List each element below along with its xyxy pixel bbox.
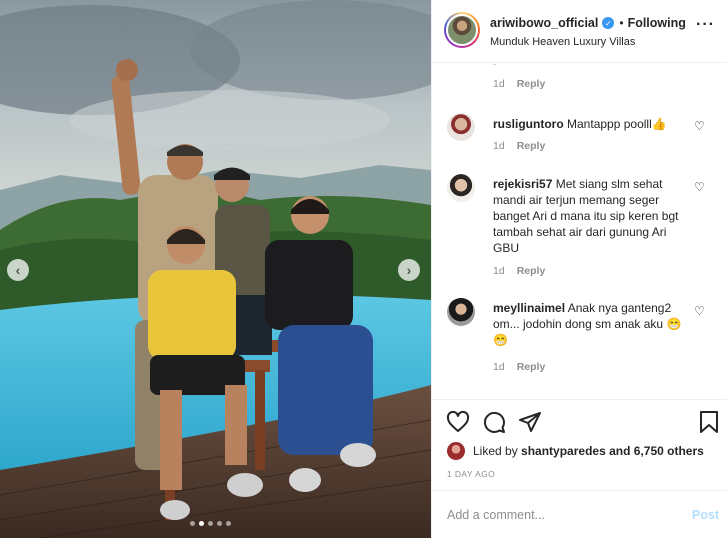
comment-input[interactable]	[447, 505, 677, 525]
reply-button[interactable]: Reply	[517, 78, 546, 90]
post-comment-button[interactable]: Post	[692, 508, 719, 522]
username-link[interactable]: ariwibowo_official	[490, 16, 598, 30]
photo-scene	[0, 0, 431, 538]
comment-body: rejekisri57 Met siang slm sehat mandi ai…	[493, 176, 693, 256]
username-row: ariwibowo_official ✓ • Following	[490, 16, 686, 30]
reply-button[interactable]: Reply	[517, 361, 546, 373]
likes-others-link[interactable]: and 6,750 others	[609, 444, 704, 458]
comment-time: 1d	[493, 140, 505, 152]
liked-by-prefix: Liked by	[473, 444, 518, 458]
comment-time: 1d	[493, 265, 505, 277]
comment-meta: 1d Reply	[493, 361, 545, 373]
share-icon[interactable]	[518, 410, 542, 434]
post-header: ariwibowo_official ✓ • Following Munduk …	[432, 0, 727, 63]
reply-button[interactable]: Reply	[517, 265, 546, 277]
post-photo[interactable]: ‹ ›	[0, 0, 431, 538]
carousel-prev-button[interactable]: ‹	[7, 259, 29, 281]
reply-button[interactable]: Reply	[517, 140, 546, 152]
post-side-panel: ariwibowo_official ✓ • Following Munduk …	[431, 0, 727, 538]
comment-meta: 1d Reply	[493, 265, 545, 277]
more-options-button[interactable]: ···	[696, 17, 715, 33]
carousel-dot-active	[199, 521, 204, 526]
comment-icon[interactable]	[482, 410, 506, 434]
carousel-dot	[226, 521, 231, 526]
likes-summary: Liked by shantyparedes and 6,750 others	[447, 442, 704, 460]
carousel-dot	[190, 521, 195, 526]
bookmark-icon[interactable]	[697, 410, 721, 434]
commenter-avatar[interactable]	[447, 174, 475, 202]
carousel-next-button[interactable]: ›	[398, 259, 420, 281]
post-actions: Liked by shantyparedes and 6,750 others …	[432, 399, 727, 538]
carousel-dot	[208, 521, 213, 526]
post-timestamp[interactable]: 1 DAY AGO	[447, 469, 495, 479]
liker-avatar[interactable]	[447, 442, 465, 460]
add-comment-bar: Post	[432, 490, 727, 538]
heart-outline-icon[interactable]: ♡	[694, 304, 705, 318]
comment-meta: 1d Reply	[493, 140, 545, 152]
heart-outline-icon[interactable]: ♡	[694, 180, 705, 194]
separator-dot: •	[619, 16, 624, 30]
location-link[interactable]: Munduk Heaven Luxury Villas	[490, 36, 635, 48]
comment-time: 1d	[493, 361, 505, 373]
commenter-username[interactable]: rusliguntoro	[493, 117, 564, 131]
comment-body: meyllinaimel Anak nya ganteng2 om... jod…	[493, 300, 693, 348]
commenter-username[interactable]: rejekisri57	[493, 177, 552, 191]
heart-outline-icon[interactable]: ♡	[694, 119, 705, 133]
commenter-avatar[interactable]	[447, 113, 475, 141]
comment-time: 1d	[493, 78, 505, 90]
following-button[interactable]: Following	[628, 16, 686, 30]
avatar[interactable]	[444, 12, 480, 48]
chevron-right-icon: ›	[406, 262, 412, 278]
carousel-dot	[217, 521, 222, 526]
commenter-avatar[interactable]	[447, 298, 475, 326]
liker-username[interactable]: shantyparedes	[521, 444, 606, 458]
commenter-username[interactable]: meyllinaimel	[493, 301, 565, 315]
chevron-left-icon: ‹	[15, 262, 21, 278]
heart-icon[interactable]	[446, 410, 470, 434]
avatar-image	[446, 14, 478, 46]
verified-badge-icon: ✓	[602, 17, 615, 29]
carousel-indicator	[190, 521, 231, 526]
comment-meta: 1d Reply	[493, 78, 545, 90]
comment-text-partial: -	[493, 64, 497, 70]
comment-text: Mantappp poolll👍	[567, 117, 667, 131]
instagram-post: ‹ › ariwibowo_official ✓ • Following Mun…	[0, 0, 727, 538]
comment-body: rusliguntoro Mantappp poolll👍	[493, 116, 693, 132]
comments-list[interactable]: - 1d Reply rusliguntoro Mantappp poolll👍…	[432, 64, 727, 399]
